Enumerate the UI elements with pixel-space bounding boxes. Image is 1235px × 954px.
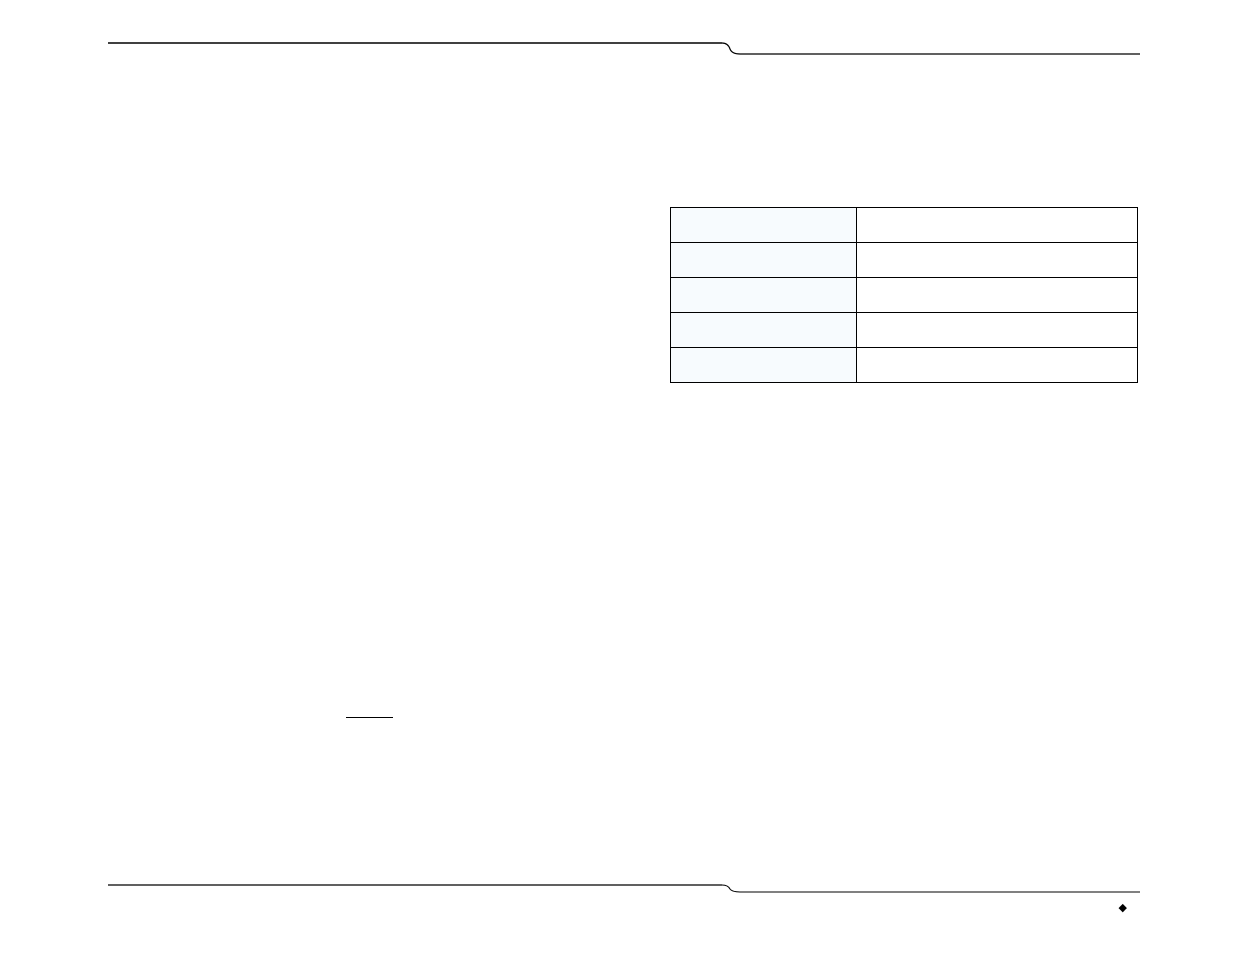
table-key-cell [671,208,857,243]
table-key-cell [671,243,857,278]
table-row [671,348,1138,383]
table-row [671,278,1138,313]
table-row [671,313,1138,348]
table-row [671,243,1138,278]
table-key-cell [671,348,857,383]
table-value-cell [857,278,1138,313]
right-column-text [670,400,1138,860]
table-value-cell [857,348,1138,383]
table-key-cell [671,278,857,313]
table-value-cell [857,313,1138,348]
left-column-text [108,72,618,862]
table-key-cell [671,313,857,348]
info-table [670,207,1138,383]
table-value-cell [857,208,1138,243]
inline-underline [346,717,393,718]
table-value-cell [857,243,1138,278]
footer-page-mark: ◆ [1119,902,1131,915]
diamond-icon: ◆ [1119,901,1127,914]
top-rule [108,40,1140,56]
table-row [671,208,1138,243]
bottom-rule [108,882,1140,894]
